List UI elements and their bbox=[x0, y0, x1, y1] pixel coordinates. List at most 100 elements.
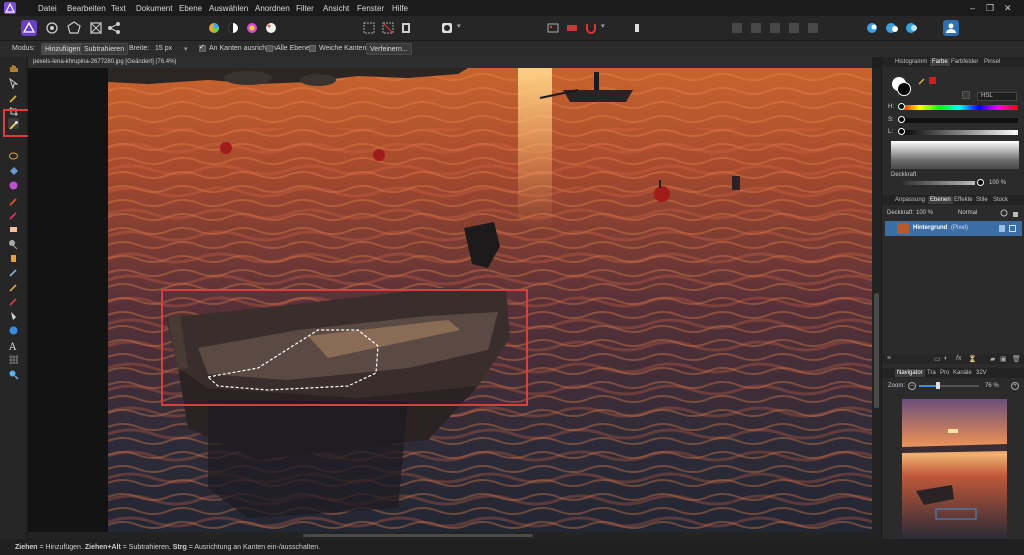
menu-fenster[interactable]: Fenster bbox=[357, 4, 384, 13]
saturation-slider-handle[interactable] bbox=[898, 116, 905, 123]
freehand-selection-tool-icon[interactable] bbox=[8, 149, 19, 160]
layer-settings-icon[interactable] bbox=[1000, 209, 1008, 217]
menu-ansicht[interactable]: Ansicht bbox=[323, 4, 349, 13]
export-persona-icon[interactable] bbox=[106, 20, 122, 36]
smudge-tool-icon[interactable] bbox=[8, 265, 19, 277]
zoom-value[interactable]: 76 % bbox=[985, 383, 999, 389]
paint-brush-tool-icon[interactable] bbox=[8, 194, 19, 206]
tab-pinsel[interactable]: Pinsel bbox=[984, 59, 1000, 65]
refine-button[interactable]: Verfeinern... bbox=[366, 43, 412, 55]
menu-filter[interactable]: Filter bbox=[296, 4, 314, 13]
photo-canvas[interactable] bbox=[108, 68, 872, 532]
shape-tool-icon[interactable] bbox=[8, 323, 19, 335]
move-tool-icon[interactable] bbox=[8, 76, 19, 90]
move-up-icon[interactable] bbox=[629, 20, 645, 36]
snapping-magnet-icon[interactable] bbox=[583, 20, 599, 36]
layer-visibility-icon[interactable] bbox=[1009, 225, 1016, 232]
tab-farbfelder[interactable]: Farbfelder bbox=[951, 59, 978, 65]
erase-tool-icon[interactable] bbox=[8, 222, 19, 233]
zoom-out-icon[interactable]: – bbox=[908, 382, 916, 390]
mesh-warp-tool-icon[interactable] bbox=[8, 352, 19, 364]
menu-dokument[interactable]: Dokument bbox=[136, 4, 172, 13]
text-tool-icon[interactable]: A bbox=[8, 338, 19, 353]
navigator-thumbnail[interactable] bbox=[902, 399, 1007, 539]
blend-mode-select[interactable]: Normal bbox=[958, 210, 977, 216]
tab-ebenen[interactable]: Ebenen bbox=[928, 196, 953, 204]
horizontal-scrollbar[interactable] bbox=[28, 532, 881, 539]
layer-row-hintergrund[interactable]: Hintergrund (Pixel) bbox=[885, 221, 1022, 236]
tab-farbe[interactable]: Farbe bbox=[930, 58, 950, 66]
accent-color-swatch[interactable] bbox=[929, 77, 936, 84]
vertical-scrollbar[interactable] bbox=[872, 68, 881, 532]
user-account-icon[interactable] bbox=[943, 20, 959, 36]
layer-opacity-value[interactable]: 100 % bbox=[916, 210, 933, 216]
develop-persona-icon[interactable] bbox=[66, 20, 82, 36]
mask-layer-icon[interactable]: ▭ bbox=[934, 355, 941, 363]
arrange-backward-icon[interactable] bbox=[748, 20, 764, 36]
assistant-icon[interactable] bbox=[545, 20, 561, 36]
deselect-icon[interactable] bbox=[380, 20, 396, 36]
color-opacity-handle[interactable] bbox=[977, 179, 984, 186]
red-eye-tool-icon[interactable] bbox=[8, 294, 19, 306]
arrange-forward-icon[interactable] bbox=[767, 20, 783, 36]
lightness-slider[interactable] bbox=[900, 130, 1018, 135]
photo-persona-icon[interactable] bbox=[21, 20, 37, 36]
zoom-tool-icon[interactable] bbox=[8, 367, 19, 380]
group-layers-icon[interactable]: ▰ bbox=[990, 355, 995, 363]
document-tab[interactable]: pexels-lena-khrupina-2677280.jpg [Geände… bbox=[28, 57, 872, 68]
menu-bearbeiten[interactable]: Bearbeiten bbox=[67, 4, 106, 13]
horizontal-scrollbar-thumb[interactable] bbox=[303, 534, 533, 537]
close-button[interactable]: ✕ bbox=[1004, 3, 1012, 14]
fx-icon[interactable]: fx bbox=[956, 355, 961, 362]
boolean-add-icon[interactable] bbox=[864, 20, 880, 36]
arrange-align-icon[interactable] bbox=[805, 20, 821, 36]
tab-32v[interactable]: 32V bbox=[976, 370, 987, 376]
selection-mode-icon[interactable] bbox=[361, 20, 377, 36]
minimize-button[interactable]: – bbox=[970, 3, 975, 13]
restore-button[interactable]: ❐ bbox=[986, 3, 994, 14]
color-replacement-tool-icon[interactable] bbox=[8, 208, 19, 220]
hue-slider[interactable] bbox=[900, 105, 1018, 110]
arrange-front-icon[interactable] bbox=[786, 20, 802, 36]
color-model-select[interactable]: HSL bbox=[977, 92, 1017, 101]
color-opacity-slider[interactable] bbox=[903, 181, 975, 185]
tab-stile[interactable]: Stile bbox=[976, 197, 988, 203]
hue-icon[interactable] bbox=[244, 20, 260, 36]
boolean-subtract-icon[interactable] bbox=[884, 20, 900, 36]
snap-edges-checkbox[interactable] bbox=[199, 43, 206, 52]
tab-transform[interactable]: Tra bbox=[927, 370, 936, 376]
menu-ebene[interactable]: Ebene bbox=[179, 4, 202, 13]
tab-stock[interactable]: Stock bbox=[993, 197, 1008, 203]
layer-lock-state-icon[interactable] bbox=[999, 225, 1005, 232]
invert-selection-icon[interactable] bbox=[398, 20, 414, 36]
contrast-icon[interactable] bbox=[225, 20, 241, 36]
fill-tool-icon[interactable] bbox=[8, 164, 19, 175]
menu-auswaehlen[interactable]: Auswählen bbox=[209, 4, 248, 13]
clone-tool-icon[interactable] bbox=[8, 251, 19, 262]
app-logo-icon[interactable] bbox=[4, 2, 16, 14]
zoom-in-icon[interactable]: + bbox=[1011, 382, 1019, 390]
arrange-back-icon[interactable] bbox=[729, 20, 745, 36]
color-wheel-icon[interactable] bbox=[206, 20, 222, 36]
hue-slider-handle[interactable] bbox=[898, 103, 905, 110]
dodge-tool-icon[interactable] bbox=[8, 237, 19, 250]
all-layers-checkbox[interactable] bbox=[266, 45, 273, 52]
tab-effekte[interactable]: Effekte bbox=[954, 197, 973, 203]
saturation-slider[interactable] bbox=[900, 118, 1018, 123]
subtract-mode-button[interactable]: Subtrahieren bbox=[80, 43, 129, 55]
add-mode-button[interactable]: Hinzufügen bbox=[41, 43, 85, 55]
tab-kanaele[interactable]: Kanäle bbox=[953, 370, 972, 376]
quick-mask-dropdown-icon[interactable]: ▾ bbox=[457, 22, 461, 30]
color-opacity-value[interactable]: 100 % bbox=[989, 180, 1006, 186]
gradient-tool-icon[interactable] bbox=[8, 178, 19, 190]
tab-protokoll[interactable]: Pro bbox=[940, 370, 949, 376]
color-lock-icon[interactable] bbox=[962, 91, 970, 99]
adjustment-layer-icon[interactable]: ◐ bbox=[944, 355, 948, 362]
menu-anordnen[interactable]: Anordnen bbox=[255, 4, 290, 13]
color-picker-tool-icon[interactable] bbox=[8, 91, 19, 103]
primary-color-swatch[interactable] bbox=[897, 82, 911, 96]
lightness-slider-handle[interactable] bbox=[898, 128, 905, 135]
snapping-grid-icon[interactable] bbox=[564, 20, 580, 36]
delete-layer-icon[interactable]: 🗑 bbox=[1012, 355, 1021, 363]
zoom-slider-handle[interactable] bbox=[936, 382, 940, 389]
